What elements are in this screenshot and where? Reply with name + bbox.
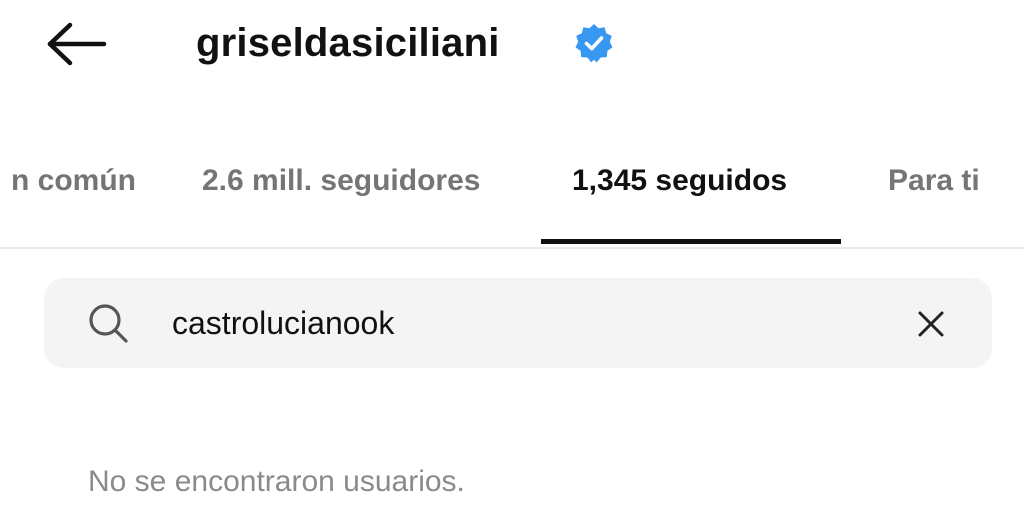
tab-in-common[interactable]: n común (11, 160, 136, 202)
clear-search-button[interactable] (910, 303, 952, 345)
arrow-left-icon (47, 22, 107, 66)
back-button[interactable] (40, 16, 112, 72)
no-results-message: No se encontraron usuarios. (88, 465, 465, 498)
search-input[interactable] (172, 298, 872, 348)
tab-following[interactable]: 1,345 seguidos (572, 160, 787, 202)
search-bar (44, 278, 992, 368)
tab-for-you[interactable]: Para ti (888, 160, 980, 202)
search-icon (89, 304, 128, 343)
active-tab-indicator (541, 239, 841, 244)
close-icon (918, 311, 944, 337)
following-list-screen: griseldasiciliani n común 2.6 mill. segu… (0, 0, 1024, 530)
profile-username: griseldasiciliani (196, 21, 500, 65)
tab-followers[interactable]: 2.6 mill. seguidores (202, 160, 480, 202)
verified-badge-icon (575, 24, 613, 63)
tab-bar: n común 2.6 mill. seguidores 1,345 segui… (0, 145, 1024, 249)
